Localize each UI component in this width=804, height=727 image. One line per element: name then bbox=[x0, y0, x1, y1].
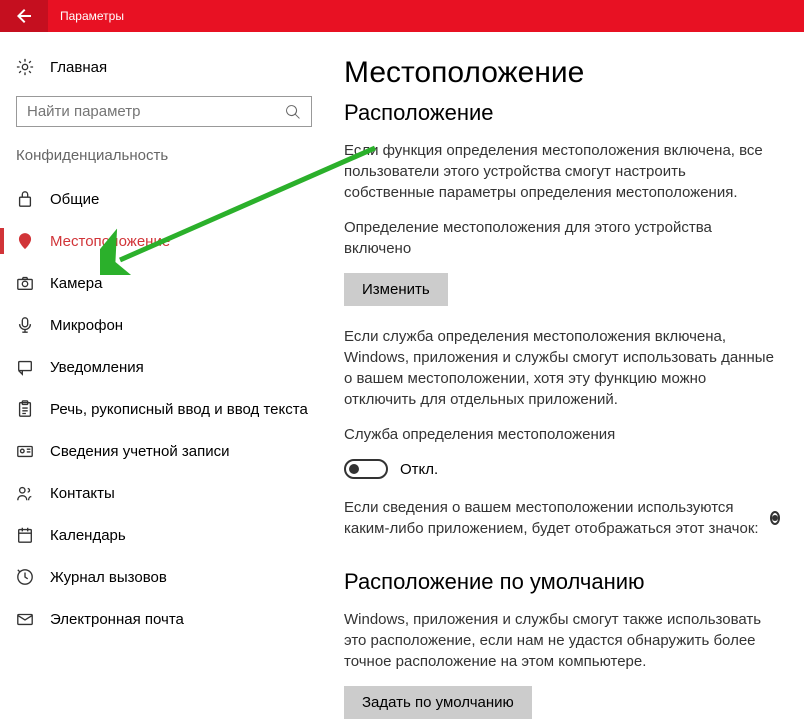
camera-icon bbox=[16, 274, 34, 292]
page-title: Местоположение bbox=[344, 56, 780, 90]
back-arrow-icon bbox=[16, 8, 32, 24]
sidebar-item-general[interactable]: Общие bbox=[0, 178, 328, 220]
sidebar-home[interactable]: Главная bbox=[0, 48, 328, 86]
clipboard-icon bbox=[16, 400, 34, 418]
sidebar-item-microphone[interactable]: Микрофон bbox=[0, 304, 328, 346]
sidebar-item-label: Речь, рукописный ввод и ввод текста bbox=[50, 401, 308, 418]
sidebar-section-title: Конфиденциальность bbox=[0, 147, 328, 178]
location-indicator-icon bbox=[770, 511, 780, 525]
account-icon bbox=[16, 442, 34, 460]
sidebar-item-label: Электронная почта bbox=[50, 611, 184, 628]
titlebar: Параметры bbox=[0, 0, 804, 32]
section-subtitle: Расположение bbox=[344, 100, 780, 126]
mail-icon bbox=[16, 610, 34, 628]
sidebar-home-label: Главная bbox=[50, 59, 107, 76]
lock-icon bbox=[16, 190, 34, 208]
description-1: Если функция определения местоположения … bbox=[344, 140, 780, 203]
toggle-title: Служба определения местоположения bbox=[344, 424, 780, 445]
sidebar-item-camera[interactable]: Камера bbox=[0, 262, 328, 304]
sidebar-item-label: Контакты bbox=[50, 485, 115, 502]
set-default-button[interactable]: Задать по умолчанию bbox=[344, 686, 532, 719]
notification-icon bbox=[16, 358, 34, 376]
sidebar-item-label: Сведения учетной записи bbox=[50, 443, 230, 460]
sidebar-item-email[interactable]: Электронная почта bbox=[0, 598, 328, 640]
default-location-title: Расположение по умолчанию bbox=[344, 569, 780, 595]
microphone-icon bbox=[16, 316, 34, 334]
sidebar-item-account[interactable]: Сведения учетной записи bbox=[0, 430, 328, 472]
content-area: Местоположение Расположение Если функция… bbox=[328, 32, 804, 727]
gear-icon bbox=[16, 58, 34, 76]
toggle-state-label: Откл. bbox=[400, 461, 438, 478]
titlebar-title: Параметры bbox=[48, 9, 124, 23]
sidebar-item-speech[interactable]: Речь, рукописный ввод и ввод текста bbox=[0, 388, 328, 430]
toggle-knob bbox=[349, 464, 359, 474]
sidebar-item-label: Микрофон bbox=[50, 317, 123, 334]
search-input[interactable] bbox=[27, 103, 285, 120]
status-text: Определение местоположения для этого уст… bbox=[344, 217, 780, 259]
sidebar-item-contacts[interactable]: Контакты bbox=[0, 472, 328, 514]
search-icon bbox=[285, 104, 301, 120]
change-button[interactable]: Изменить bbox=[344, 273, 448, 306]
sidebar-item-calendar[interactable]: Календарь bbox=[0, 514, 328, 556]
calendar-icon bbox=[16, 526, 34, 544]
sidebar: Главная Конфиденциальность Общие Местопо… bbox=[0, 32, 328, 727]
default-location-desc: Windows, приложения и службы смогут такж… bbox=[344, 609, 780, 672]
sidebar-item-location[interactable]: Местоположение bbox=[0, 220, 328, 262]
sidebar-item-label: Журнал вызовов bbox=[50, 569, 167, 586]
sidebar-item-callhistory[interactable]: Журнал вызовов bbox=[0, 556, 328, 598]
sidebar-item-label: Уведомления bbox=[50, 359, 144, 376]
history-icon bbox=[16, 568, 34, 586]
sidebar-item-label: Камера bbox=[50, 275, 102, 292]
sidebar-item-notifications[interactable]: Уведомления bbox=[0, 346, 328, 388]
icon-info-text: Если сведения о вашем местоположении исп… bbox=[344, 497, 780, 539]
location-icon bbox=[16, 232, 34, 250]
location-service-toggle[interactable] bbox=[344, 459, 388, 479]
contacts-icon bbox=[16, 484, 34, 502]
search-box[interactable] bbox=[16, 96, 312, 127]
sidebar-item-label: Общие bbox=[50, 191, 99, 208]
description-2: Если служба определения местоположения в… bbox=[344, 326, 780, 410]
back-button[interactable] bbox=[0, 0, 48, 32]
sidebar-item-label: Местоположение bbox=[50, 233, 170, 250]
sidebar-item-label: Календарь bbox=[50, 527, 126, 544]
